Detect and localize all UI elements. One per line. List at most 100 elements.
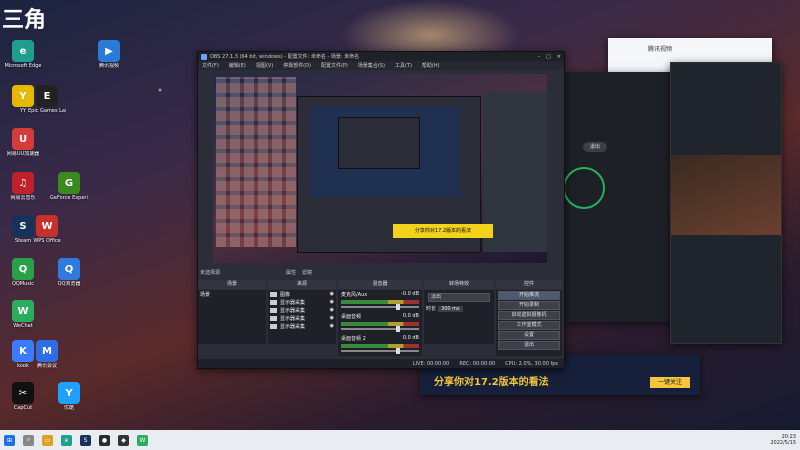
netease-music-icon: ♫ <box>12 172 34 194</box>
desktop-icon[interactable]: e Microsoft Edge <box>4 40 42 69</box>
desktop-icon[interactable]: ♫ 网易云音乐 <box>4 172 42 201</box>
uu-icon: U <box>12 128 34 150</box>
mixer-channel[interactable]: 桌面音频 0.0 dB <box>338 312 422 334</box>
preview-canvas[interactable]: 分享你对17.2版本的看法 <box>213 74 547 263</box>
exit-obs-button[interactable]: 退出 <box>498 341 560 350</box>
obs-taskbar-icon[interactable]: ● <box>99 434 110 446</box>
volume-meter <box>341 300 419 304</box>
menu-item-help[interactable]: 帮助(H) <box>422 62 440 69</box>
sources-dock-header: 来源 <box>268 280 336 289</box>
eye-icon[interactable]: ◉ <box>330 323 334 329</box>
wps-icon: W <box>36 215 58 237</box>
properties-button[interactable]: 属性 <box>286 269 296 276</box>
taskbar: ⊞ ⌕ ▭ e S ● ◆ W 20:23 2022/5/15 <box>0 430 800 450</box>
mixer-channel[interactable]: 桌面音频 2 0.0 dB <box>338 334 422 356</box>
tencent-meeting-icon: M <box>36 340 58 362</box>
preview-nested-obs-2 <box>338 117 420 169</box>
obs-window[interactable]: OBS 27.1.3 (64 bit, windows) - 配置文件: 未命名… <box>197 51 565 369</box>
minimize-icon[interactable]: – <box>538 54 541 60</box>
source-item[interactable]: 显示器采集 ◉ <box>268 306 336 314</box>
source-item[interactable]: 图像 ◉ <box>268 290 336 298</box>
search-icon[interactable]: ⌕ <box>23 434 34 446</box>
epic-icon: E <box>36 85 58 107</box>
filters-button[interactable]: 滤镜 <box>302 269 312 276</box>
follow-button[interactable]: 一键关注 <box>650 377 690 388</box>
obs-titlebar[interactable]: OBS 27.1.3 (64 bit, windows) - 配置文件: 未命名… <box>198 52 564 61</box>
chat-window-title: 腾讯视频 <box>648 46 673 53</box>
duration-label: 时长 <box>426 306 437 312</box>
obs-title: OBS 27.1.3 (64 bit, windows) - 配置文件: 未命名… <box>210 54 360 60</box>
obs-docks: 未选择源 属性 滤镜 场景 场景 来源 图像 ◉ 显示器采集 ◉ 显示器采集 ◉ 显示… <box>198 268 564 368</box>
menu-item-docks[interactable]: 停靠部件(D) <box>283 62 311 69</box>
eye-icon[interactable]: ◉ <box>330 291 334 297</box>
menu-item-scene-collection[interactable]: 场景集合(S) <box>358 62 385 69</box>
video-app-window[interactable]: 退出 <box>563 72 683 322</box>
menu-item-edit[interactable]: 编辑(E) <box>229 62 246 69</box>
exit-button[interactable]: 退出 <box>583 142 607 152</box>
start-recording-button[interactable]: 开始录制 <box>498 301 560 310</box>
desktop-icon[interactable]: GGeForce Experience <box>50 172 88 201</box>
controls-dock-header: 控件 <box>496 280 562 289</box>
transitions-panel: 淡出 时长 300 ms <box>424 290 494 344</box>
desktop-icon[interactable]: ✂ CapCut <box>4 382 42 411</box>
desktop-icon[interactable]: Q QQ浏览器 <box>50 258 88 287</box>
start-streaming-button[interactable]: 开始推流 <box>498 291 560 300</box>
windows-start-icon[interactable]: ⊞ <box>4 434 15 446</box>
menu-item-tools[interactable]: 工具(T) <box>395 62 412 69</box>
sources-list[interactable]: 图像 ◉ 显示器采集 ◉ 显示器采集 ◉ 显示器采集 ◉ 显示器采集 ◉ <box>268 290 336 344</box>
edge-icon: e <box>12 40 34 62</box>
volume-slider[interactable] <box>341 304 419 310</box>
transition-select[interactable]: 淡出 <box>428 293 490 302</box>
desktop-icon[interactable]: W WeChat <box>4 300 42 329</box>
mixer-panel: 麦克风/Aux -0.0 dB 桌面音频 0.0 dB 桌面音频 2 0.0 dB <box>338 290 422 356</box>
game-thumbnail <box>671 155 781 235</box>
system-clock[interactable]: 20:23 2022/5/15 <box>770 434 796 446</box>
game-client-window[interactable] <box>670 62 782 344</box>
scene-item[interactable]: 场景 <box>198 290 266 298</box>
image-source-icon <box>270 291 277 297</box>
qqmusic-icon: Q <box>12 258 34 280</box>
volume-slider[interactable] <box>341 326 419 332</box>
desktop-icon[interactable]: W WPS Office <box>28 215 66 244</box>
wechat-taskbar-icon[interactable]: W <box>137 434 148 446</box>
source-item[interactable]: 显示器采集 ◉ <box>268 298 336 306</box>
eye-icon[interactable]: ◉ <box>330 307 334 313</box>
desktop-icon[interactable]: M 腾讯会议 <box>28 340 66 369</box>
edge-taskbar-icon[interactable]: e <box>61 434 72 446</box>
mixer-channel[interactable]: 麦克风/Aux -0.0 dB <box>338 290 422 312</box>
close-icon[interactable]: ✕ <box>557 54 561 60</box>
desktop-icon[interactable]: Y 优酷 <box>50 382 88 411</box>
desktop-icon[interactable]: Q QQMusic <box>4 258 42 287</box>
clock-date: 2022/5/15 <box>770 440 796 446</box>
live-timer: LIVE: 00:00:00 <box>412 360 450 367</box>
rec-timer: REC: 00:00:00 <box>459 360 496 367</box>
desktop-icon[interactable]: EEpic Games Launcher <box>28 85 66 114</box>
settings-button[interactable]: 设置 <box>498 331 560 340</box>
desktop-icon[interactable]: U 网易UU加速器 <box>4 128 42 157</box>
maximize-icon[interactable]: □ <box>546 54 551 60</box>
menu-item-profile[interactable]: 配置文件(P) <box>321 62 348 69</box>
game-taskbar-icon[interactable]: ◆ <box>118 434 129 446</box>
cpu-fps: CPU: 2.0%, 30.00 fps <box>505 360 558 367</box>
tencent-video-icon: ▶ <box>98 40 120 62</box>
volume-meter <box>341 322 419 326</box>
volume-meter <box>341 344 419 348</box>
duration-input[interactable]: 300 ms <box>438 305 463 312</box>
promo-text: 分享你对17.2版本的看法 <box>434 377 549 388</box>
monitor-source-icon <box>270 315 277 321</box>
source-item[interactable]: 显示器采集 ◉ <box>268 314 336 322</box>
menu-item-view[interactable]: 视图(V) <box>256 62 273 69</box>
volume-slider[interactable] <box>341 348 419 354</box>
virtual-camera-button[interactable]: 启动虚拟摄像机 <box>498 311 560 320</box>
capcut-icon: ✂ <box>12 382 34 404</box>
steam-taskbar-icon[interactable]: S <box>80 434 91 446</box>
menu-item-file[interactable]: 文件(F) <box>202 62 219 69</box>
source-item[interactable]: 显示器采集 ◉ <box>268 322 336 330</box>
eye-icon[interactable]: ◉ <box>330 299 334 305</box>
studio-mode-button[interactable]: 工作室模式 <box>498 321 560 330</box>
eye-icon[interactable]: ◉ <box>330 315 334 321</box>
desktop-icon[interactable]: ▶ 腾讯视频 <box>90 40 128 69</box>
file-explorer-icon[interactable]: ▭ <box>42 434 53 446</box>
scenes-list[interactable]: 场景 <box>198 290 266 344</box>
obs-logo-icon <box>201 53 207 60</box>
